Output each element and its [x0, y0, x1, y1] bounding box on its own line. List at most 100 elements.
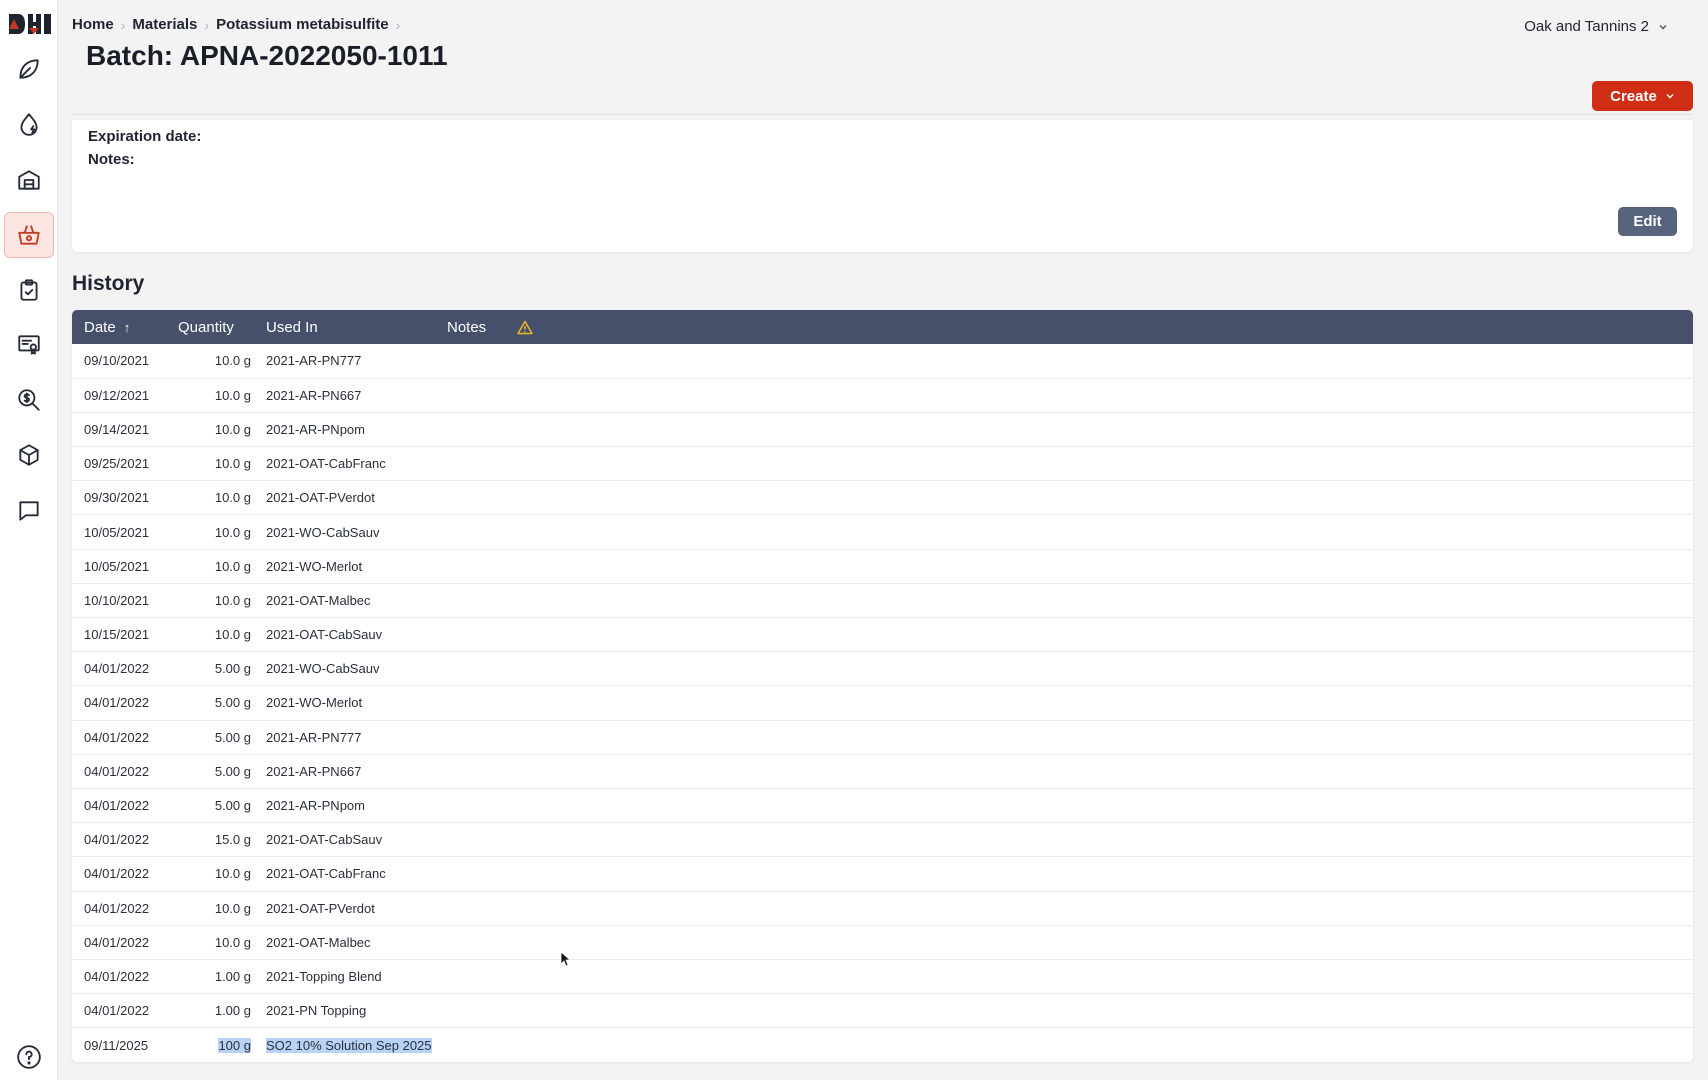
table-row[interactable]: 04/01/2022 15.0 g 2021-OAT-CabSauv — [72, 822, 1693, 857]
table-row[interactable]: 04/01/2022 1.00 g 2021-Topping Blend — [72, 959, 1693, 993]
table-row[interactable]: 09/30/2021 10.0 g 2021-OAT-PVerdot — [72, 480, 1693, 515]
cell-notes — [447, 959, 517, 993]
cell-used-in[interactable]: 2021-WO-CabSauv — [266, 515, 447, 549]
cell-used-in[interactable]: 2021-WO-CabSauv — [266, 652, 447, 686]
column-header-used-in[interactable]: Used In — [266, 310, 447, 344]
notes-label: Notes: — [88, 151, 135, 168]
cell-warning — [517, 481, 1693, 515]
cell-used-in[interactable]: 2021-OAT-CabFranc — [266, 857, 447, 891]
column-header-date[interactable]: Date ↑ — [72, 310, 175, 344]
nav-leaf[interactable] — [4, 46, 54, 92]
nav-products[interactable] — [4, 432, 54, 478]
history-title: History — [72, 272, 145, 295]
cell-used-in[interactable]: 2021-AR-PN777 — [266, 344, 447, 378]
cell-date-text: 04/01/2022 — [84, 968, 150, 984]
breadcrumb-separator: › — [204, 16, 210, 33]
table-row[interactable]: 04/01/2022 5.00 g 2021-AR-PN777 — [72, 720, 1693, 754]
table-row[interactable]: 04/01/2022 5.00 g 2021-AR-PN667 — [72, 754, 1693, 788]
cell-used-in[interactable]: 2021-WO-Merlot — [266, 549, 447, 583]
cell-warning — [517, 720, 1693, 754]
nav-warehouse[interactable] — [4, 157, 54, 203]
basket-icon — [18, 225, 40, 245]
cell-used-in[interactable]: 2021-OAT-CabFranc — [266, 447, 447, 481]
column-header-notes[interactable]: Notes — [447, 310, 517, 344]
edit-button[interactable]: Edit — [1618, 207, 1677, 236]
cell-date-text: 09/12/2021 — [84, 387, 150, 403]
cell-date: 09/12/2021 — [72, 378, 175, 412]
cell-date: 09/14/2021 — [72, 412, 175, 446]
table-row[interactable]: 09/11/2025 100 g SO2 10% Solution Sep 2025 — [72, 1027, 1693, 1062]
table-row[interactable]: 10/05/2021 10.0 g 2021-WO-Merlot — [72, 549, 1693, 583]
cell-used-in[interactable]: 2021-AR-PN667 — [266, 378, 447, 412]
cell-date: 04/01/2022 — [72, 994, 175, 1028]
cell-warning — [517, 891, 1693, 925]
breadcrumb-home[interactable]: Home — [72, 16, 114, 33]
warehouse-icon — [18, 170, 40, 190]
nav-messages[interactable] — [4, 488, 54, 534]
help-icon[interactable] — [16, 1044, 42, 1070]
breadcrumb-separator: › — [395, 16, 401, 33]
cell-quantity-text: 10.0 g — [214, 421, 251, 437]
cell-used-in[interactable]: 2021-WO-Merlot — [266, 686, 447, 720]
table-row[interactable]: 04/01/2022 5.00 g 2021-AR-PNpom — [72, 788, 1693, 822]
cell-used-in[interactable]: 2021-Topping Blend — [266, 959, 447, 993]
cell-warning — [517, 994, 1693, 1028]
cell-quantity-text: 5.00 g — [214, 798, 251, 814]
nav-reports[interactable] — [4, 322, 54, 368]
cell-used-in[interactable]: 2021-OAT-PVerdot — [266, 481, 447, 515]
app-logo[interactable] — [8, 12, 52, 36]
cell-used-in[interactable]: 2021-AR-PNpom — [266, 788, 447, 822]
table-row[interactable]: 04/01/2022 5.00 g 2021-WO-CabSauv — [72, 651, 1693, 686]
cell-used-in[interactable]: 2021-AR-PNpom — [266, 412, 447, 446]
cell-used-in[interactable]: 2021-AR-PN667 — [266, 754, 447, 788]
cell-quantity-text: 5.00 g — [214, 661, 251, 677]
table-row[interactable]: 04/01/2022 10.0 g 2021-OAT-PVerdot — [72, 891, 1693, 925]
table-row[interactable]: 04/01/2022 1.00 g 2021-PN Topping — [72, 993, 1693, 1028]
table-row[interactable]: 09/12/2021 10.0 g 2021-AR-PN667 — [72, 378, 1693, 412]
table-row[interactable]: 09/14/2021 10.0 g 2021-AR-PNpom — [72, 412, 1693, 446]
cell-used-in[interactable]: 2021-OAT-CabSauv — [266, 618, 447, 652]
table-row[interactable]: 10/05/2021 10.0 g 2021-WO-CabSauv — [72, 514, 1693, 549]
table-row[interactable]: 04/01/2022 5.00 g 2021-WO-Merlot — [72, 685, 1693, 720]
cell-quantity: 100 g — [175, 1028, 266, 1062]
cell-used-in[interactable]: 2021-AR-PN777 — [266, 720, 447, 754]
cell-quantity-text: 10.0 g — [214, 353, 251, 369]
table-row[interactable]: 09/25/2021 10.0 g 2021-OAT-CabFranc — [72, 446, 1693, 481]
cell-used-in[interactable]: 2021-OAT-CabSauv — [266, 823, 447, 857]
column-date-label: Date — [84, 318, 116, 336]
cell-quantity-text: 1.00 g — [214, 1003, 251, 1019]
create-button[interactable]: Create — [1592, 81, 1693, 111]
breadcrumb-materials[interactable]: Materials — [132, 16, 197, 33]
cell-warning — [517, 754, 1693, 788]
nav-costs[interactable] — [4, 377, 54, 423]
cell-notes — [447, 447, 517, 481]
nav-materials[interactable] — [4, 212, 54, 258]
nav-tasks[interactable] — [4, 267, 54, 313]
cell-used-in[interactable]: 2021-OAT-Malbec — [266, 583, 447, 617]
cell-used-in[interactable]: SO2 10% Solution Sep 2025 — [266, 1028, 447, 1062]
org-switcher[interactable]: Oak and Tannins 2 — [1524, 18, 1668, 35]
table-row[interactable]: 10/10/2021 10.0 g 2021-OAT-Malbec — [72, 583, 1693, 617]
expiration-date-label: Expiration date: — [88, 128, 202, 145]
breadcrumb-material[interactable]: Potassium metabisulfite — [216, 16, 389, 33]
cell-date: 09/10/2021 — [72, 344, 175, 378]
nav-drop[interactable] — [4, 101, 54, 147]
cell-quantity-text: 5.00 g — [214, 729, 251, 745]
column-header-quantity[interactable]: Quantity — [175, 310, 266, 344]
cell-quantity-text: 10.0 g — [214, 524, 251, 540]
batch-details-card: Expiration date: Notes: Edit — [72, 120, 1693, 252]
column-header-warning — [517, 310, 1693, 344]
cell-quantity: 10.0 g — [175, 412, 266, 446]
breadcrumb-separator: › — [120, 16, 126, 33]
table-row[interactable]: 04/01/2022 10.0 g 2021-OAT-Malbec — [72, 925, 1693, 959]
cell-quantity: 10.0 g — [175, 583, 266, 617]
table-row[interactable]: 10/15/2021 10.0 g 2021-OAT-CabSauv — [72, 617, 1693, 652]
cell-date-text: 09/11/2025 — [84, 1037, 149, 1053]
cell-used-in[interactable]: 2021-OAT-PVerdot — [266, 891, 447, 925]
table-row[interactable]: 04/01/2022 10.0 g 2021-OAT-CabFranc — [72, 856, 1693, 891]
cell-notes — [447, 857, 517, 891]
cell-used-in[interactable]: 2021-OAT-Malbec — [266, 925, 447, 959]
table-row[interactable]: 09/10/2021 10.0 g 2021-AR-PN777 — [72, 344, 1693, 378]
cell-used-in[interactable]: 2021-PN Topping — [266, 994, 447, 1028]
cell-notes — [447, 891, 517, 925]
